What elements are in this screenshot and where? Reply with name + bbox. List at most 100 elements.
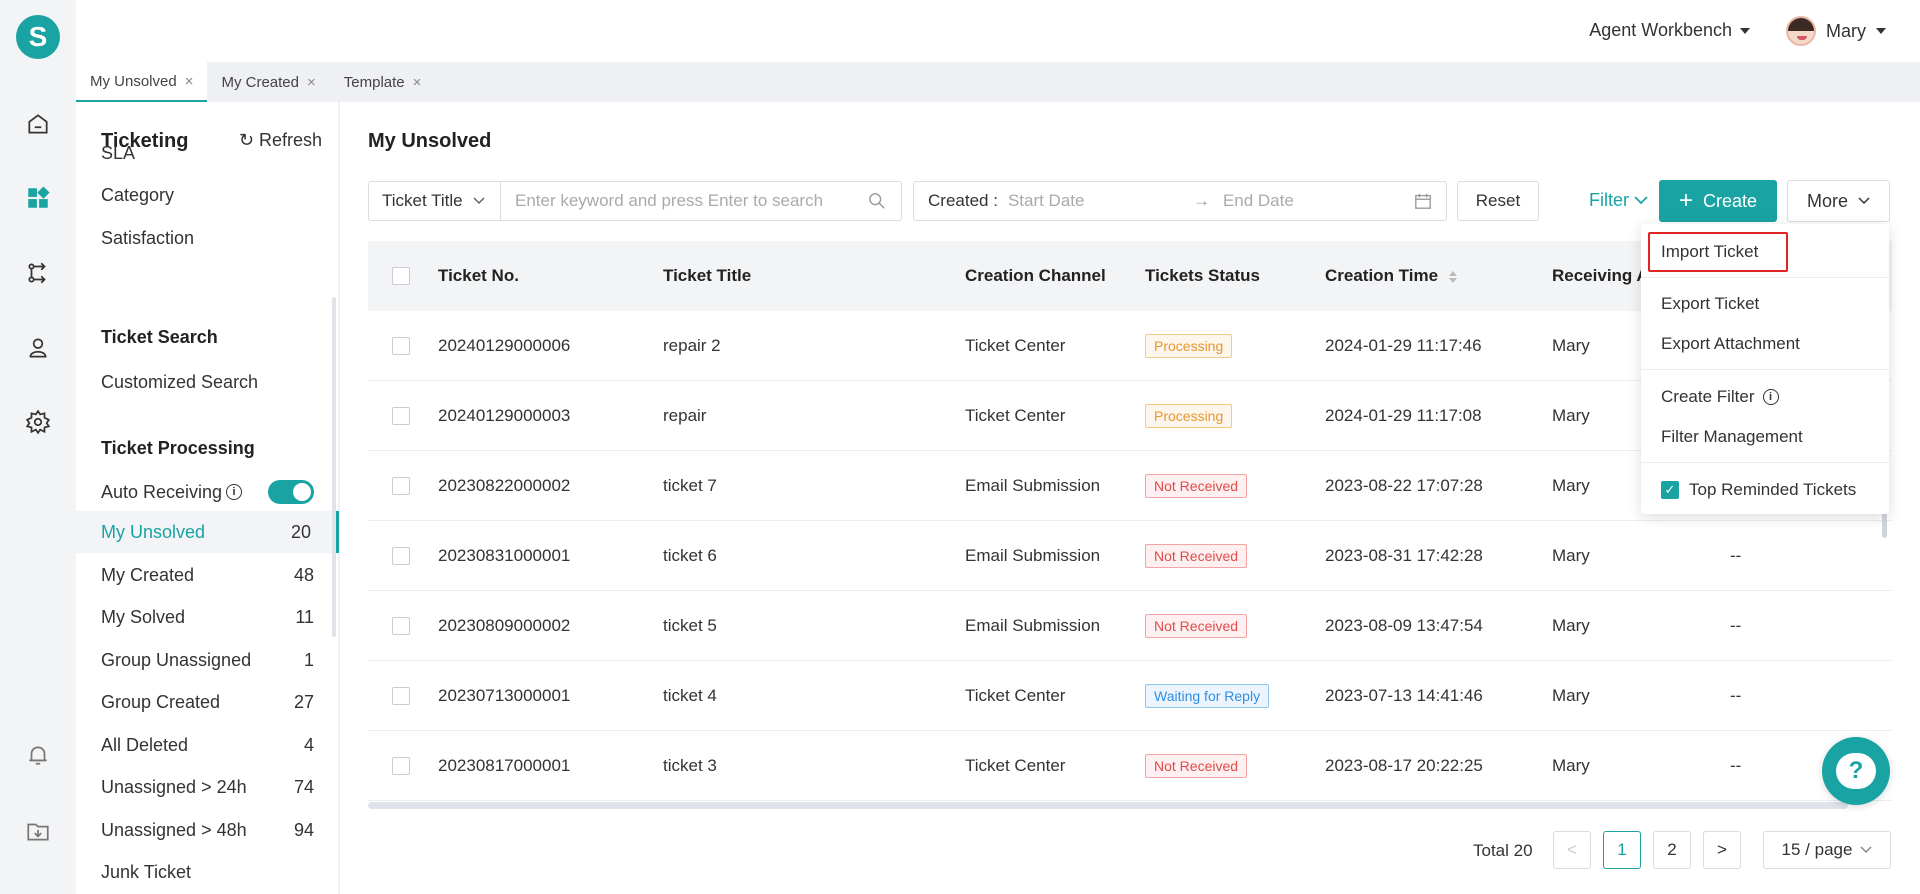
- create-button[interactable]: + Create: [1659, 180, 1777, 222]
- creation-channel: Email Submission: [965, 545, 1101, 565]
- close-icon[interactable]: ×: [185, 73, 194, 90]
- sidebar-item-unassigned-48h[interactable]: Unassigned > 48h 94: [76, 809, 339, 851]
- receiving-agent: Mary: [1552, 685, 1590, 705]
- tab-label: My Created: [221, 73, 299, 91]
- sidebar-item-count: 4: [303, 734, 314, 755]
- page-2-button[interactable]: 2: [1653, 831, 1691, 869]
- app-logo[interactable]: S: [16, 15, 60, 59]
- ticket-title[interactable]: ticket 5: [663, 616, 965, 636]
- ticketing-sidebar: Ticketing ↻ Refresh SLA Category Satisfa…: [76, 102, 339, 894]
- sidebar-item-sla[interactable]: SLA: [76, 132, 339, 174]
- creation-time-header[interactable]: Creation Time: [1325, 266, 1552, 286]
- extra-cell: --: [1730, 615, 1742, 635]
- row-checkbox[interactable]: [392, 546, 410, 565]
- reset-button[interactable]: Reset: [1457, 181, 1539, 221]
- ticket-title[interactable]: repair: [663, 406, 965, 426]
- home-icon[interactable]: [24, 110, 52, 138]
- table-row[interactable]: 20230831000001 ticket 6 Email Submission No…: [368, 521, 1892, 591]
- settings-gear-icon[interactable]: [24, 408, 52, 436]
- sidebar-item-my-unsolved[interactable]: My Unsolved 20: [76, 511, 339, 553]
- close-icon[interactable]: ×: [307, 74, 316, 91]
- row-checkbox[interactable]: [392, 406, 410, 425]
- select-all-checkbox[interactable]: [392, 267, 410, 285]
- search-icon[interactable]: [868, 192, 886, 210]
- creation-time: 2023-08-17 20:22:25: [1325, 755, 1483, 775]
- calendar-icon[interactable]: [1414, 192, 1432, 210]
- search-field-select[interactable]: Ticket Title: [368, 181, 501, 221]
- sidebar-item-label: Category: [101, 184, 175, 205]
- end-date-input[interactable]: End Date: [1223, 191, 1414, 211]
- column-header: Creation Time: [1325, 266, 1439, 285]
- workbench-label: Agent Workbench: [1589, 20, 1732, 40]
- help-chat-button[interactable]: ?: [1822, 737, 1890, 805]
- next-page-button[interactable]: >: [1703, 831, 1741, 869]
- tab-my-unsolved[interactable]: My Unsolved ×: [76, 62, 208, 102]
- menu-item-filter-management[interactable]: Filter Management: [1641, 419, 1889, 455]
- user-menu[interactable]: Mary: [1786, 16, 1886, 46]
- sidebar-scrollbar[interactable]: [332, 297, 336, 637]
- page-1-button[interactable]: 1: [1603, 831, 1641, 869]
- sidebar-item-unassigned-24h[interactable]: Unassigned > 24h 74: [76, 766, 339, 808]
- notification-bell-icon[interactable]: [24, 741, 52, 769]
- page-size-select[interactable]: 15 / page: [1763, 831, 1891, 869]
- row-checkbox[interactable]: [392, 336, 410, 355]
- chevron-down-icon: [1876, 28, 1886, 34]
- ticket-title[interactable]: ticket 6: [663, 546, 965, 566]
- sidebar-item-my-solved[interactable]: My Solved 11: [76, 596, 339, 638]
- sidebar-item-customized-search[interactable]: Customized Search: [76, 361, 339, 403]
- ticket-number: 20230817000001: [438, 755, 571, 775]
- sidebar-item-count: 48: [293, 564, 314, 585]
- sidebar-item-group-unassigned[interactable]: Group Unassigned 1: [76, 639, 339, 681]
- row-checkbox[interactable]: [392, 686, 410, 705]
- sidebar-item-label: My Unsolved: [101, 521, 206, 542]
- sidebar-item-category[interactable]: Category: [76, 174, 339, 216]
- ticket-title[interactable]: repair 2: [663, 336, 965, 356]
- chevron-down-icon: [1860, 846, 1872, 854]
- status-badge: Waiting for Reply: [1145, 683, 1270, 708]
- auto-receiving-toggle[interactable]: [268, 480, 314, 504]
- menu-item-create-filter[interactable]: Create Filter i: [1641, 379, 1889, 415]
- tab-template[interactable]: Template ×: [330, 62, 436, 102]
- menu-item-export-ticket[interactable]: Export Ticket: [1641, 286, 1889, 322]
- ticket-title[interactable]: ticket 7: [663, 476, 965, 496]
- sidebar-item-label: Group Unassigned: [101, 649, 252, 670]
- extra-cell: --: [1730, 685, 1742, 705]
- auto-receiving-row: Auto Receiving i: [76, 471, 339, 513]
- horizontal-scrollbar[interactable]: [368, 802, 1848, 809]
- ticket-title[interactable]: ticket 4: [663, 686, 965, 706]
- created-date-range[interactable]: Created : Start Date → End Date: [913, 181, 1447, 221]
- ticket-title[interactable]: ticket 3: [663, 756, 965, 776]
- info-icon[interactable]: i: [226, 484, 243, 500]
- sidebar-item-all-deleted[interactable]: All Deleted 4: [76, 724, 339, 766]
- close-icon[interactable]: ×: [413, 74, 422, 91]
- sidebar-item-my-created[interactable]: My Created 48: [76, 554, 339, 596]
- table-row[interactable]: 20230817000001 ticket 3 Ticket Center Not R…: [368, 731, 1892, 801]
- sort-icon[interactable]: [1448, 270, 1457, 283]
- menu-item-export-attachment[interactable]: Export Attachment: [1641, 326, 1889, 362]
- sidebar-item-junk-ticket[interactable]: Junk Ticket: [76, 851, 339, 893]
- more-button[interactable]: More: [1787, 180, 1890, 222]
- auto-receiving-label: Auto Receiving: [101, 481, 223, 502]
- checkbox-checked-icon[interactable]: ✓: [1661, 481, 1679, 499]
- sidebar-item-satisfaction[interactable]: Satisfaction: [76, 217, 339, 259]
- tab-my-created[interactable]: My Created ×: [207, 62, 329, 102]
- workbench-switcher[interactable]: Agent Workbench: [1589, 20, 1750, 41]
- prev-page-button[interactable]: <: [1553, 831, 1591, 869]
- status-badge: Not Received: [1145, 753, 1248, 778]
- row-checkbox[interactable]: [392, 476, 410, 495]
- row-checkbox[interactable]: [392, 756, 410, 775]
- sidebar-item-group-created[interactable]: Group Created 27: [76, 681, 339, 723]
- table-row[interactable]: 20230713000001 ticket 4 Ticket Center Waiti…: [368, 661, 1892, 731]
- creation-channel: Email Submission: [965, 615, 1101, 635]
- search-input[interactable]: [500, 181, 902, 221]
- knowledge-icon[interactable]: [24, 334, 52, 362]
- creation-channel: Ticket Center: [965, 405, 1066, 425]
- download-folder-icon[interactable]: [24, 817, 52, 845]
- ticket-dashboard-icon[interactable]: [24, 184, 52, 212]
- menu-item-top-reminded-tickets[interactable]: ✓ Top Reminded Tickets: [1641, 472, 1889, 508]
- start-date-input[interactable]: Start Date: [1008, 191, 1193, 211]
- table-row[interactable]: 20230809000002 ticket 5 Email Submission No…: [368, 591, 1892, 661]
- routing-icon[interactable]: [24, 259, 52, 287]
- row-checkbox[interactable]: [392, 616, 410, 635]
- filter-toggle[interactable]: Filter: [1589, 190, 1648, 211]
